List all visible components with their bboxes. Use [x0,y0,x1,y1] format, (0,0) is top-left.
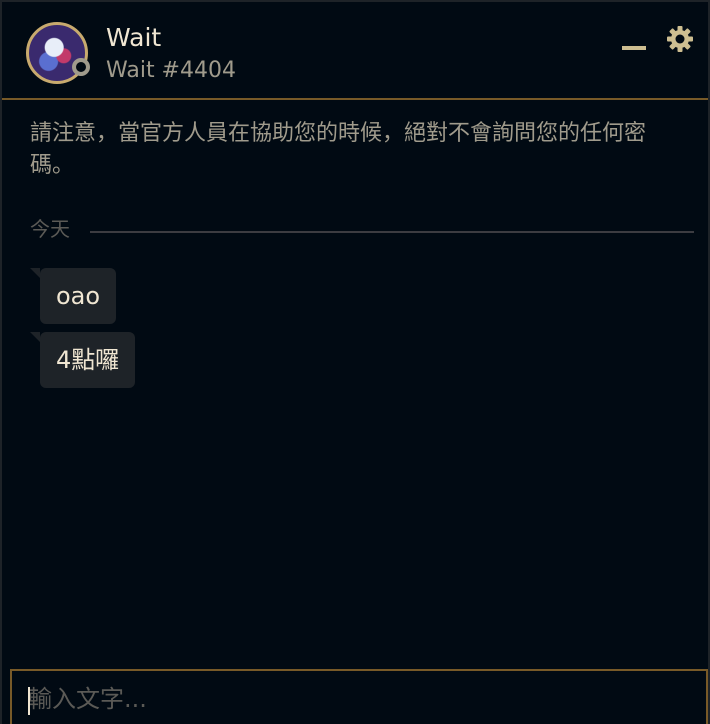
chat-header: Wait Wait #4404 [2,2,708,100]
status-indicator-icon [72,58,90,76]
date-divider: 今天 [30,214,694,244]
gear-icon[interactable] [665,24,695,54]
minimize-icon[interactable] [620,30,648,58]
message-bubble: 4點囉 [29,332,136,388]
avatar-container[interactable] [26,22,90,84]
divider-line [90,231,694,233]
security-notice: 請注意，當官方人員在協助您的時候，絕對不會詢問您的任何密碼。 [30,121,647,178]
contact-tag: Wait #4404 [106,58,236,83]
date-divider-label: 今天 [30,217,70,241]
message-input[interactable] [12,671,706,724]
chat-window: Wait Wait #4404 請注意，當官方人員在協助您的時候，絕對不會詢問您… [0,0,710,724]
contact-name: Wait [106,23,162,52]
message-input-container[interactable] [10,669,708,724]
message-bubble: oao [29,268,117,324]
text-caret [28,687,30,715]
